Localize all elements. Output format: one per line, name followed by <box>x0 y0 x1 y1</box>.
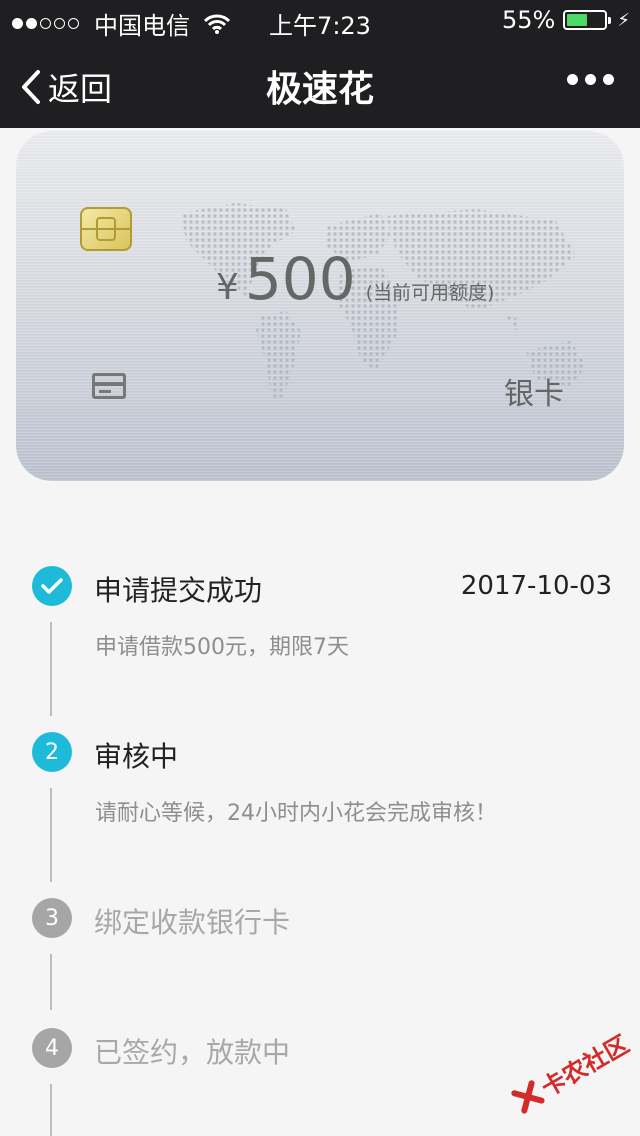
amount-note: (当前可用额度) <box>365 282 495 304</box>
step-title: 已签约，放款中 <box>94 1036 291 1069</box>
battery-percent: 55% <box>502 6 556 34</box>
application-progress: 申请提交成功 2017-10-03 申请借款500元，期限7天 2 审核中 请耐… <box>0 540 640 1136</box>
step-title: 申请提交成功 <box>94 574 263 607</box>
more-dot <box>567 74 578 85</box>
more-options-button[interactable] <box>560 74 614 85</box>
card-chip-icon <box>80 207 132 251</box>
step-date: 2017-10-03 <box>460 571 612 601</box>
step-number-badge: 4 <box>32 1028 72 1068</box>
navigation-bar: 返回 极速花 <box>0 40 640 128</box>
checkmark-icon <box>41 578 63 594</box>
page-title: 极速花 <box>265 69 374 110</box>
step-number-badge: 3 <box>32 898 72 938</box>
card-type-label: 银卡 <box>504 377 564 412</box>
more-dot <box>585 74 596 85</box>
step-title: 绑定收款银行卡 <box>94 906 291 939</box>
step-check-icon <box>32 566 72 606</box>
status-right: 55% ⚡ <box>502 6 630 34</box>
step-connector <box>50 622 52 716</box>
step-connector <box>50 954 52 1010</box>
charging-bolt-icon: ⚡ <box>617 9 630 31</box>
step-connector <box>50 788 52 882</box>
status-bar: 中国电信 上午7:23 55% ⚡ <box>0 0 640 40</box>
step-number-badge: 2 <box>32 732 72 772</box>
credit-card: ¥ 500 (当前可用额度) 银卡 <box>16 131 624 481</box>
battery-level <box>567 14 588 26</box>
amount-value: 500 <box>244 245 356 313</box>
step-description: 申请借款500元，期限7天 <box>95 635 349 660</box>
bank-card-icon <box>92 373 126 399</box>
currency-symbol: ¥ <box>216 267 239 308</box>
more-dot <box>603 74 614 85</box>
credit-amount: ¥ 500 (当前可用额度) <box>216 245 494 313</box>
step-connector <box>50 1084 52 1136</box>
step-description: 请耐心等候，24小时内小花会完成审核！ <box>95 801 497 826</box>
battery-icon <box>563 10 612 30</box>
step-title: 审核中 <box>94 740 179 773</box>
